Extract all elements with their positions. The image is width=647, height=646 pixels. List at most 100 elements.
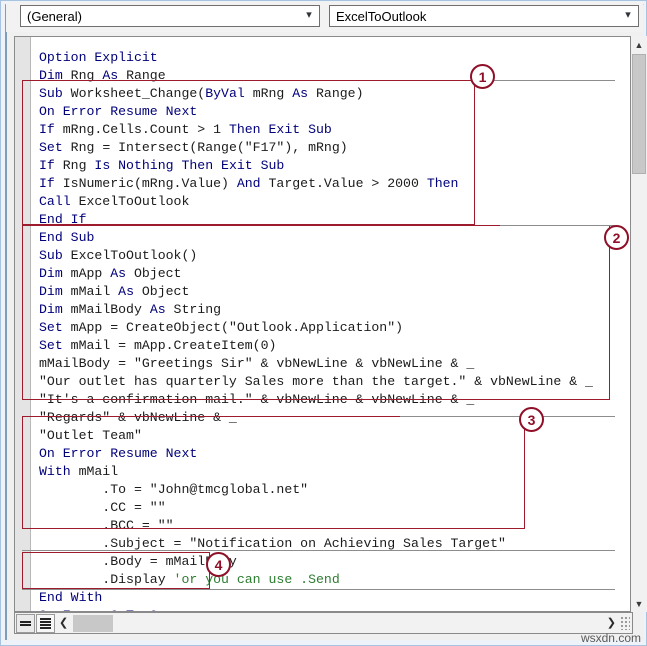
code-token: If (39, 158, 55, 173)
code-token: mRng (244, 86, 293, 101)
code-line: On Error Resume Next (39, 445, 619, 463)
code-token: Range) (308, 86, 364, 101)
code-text[interactable]: Option Explicit Dim Rng As Range Sub Works… (39, 49, 619, 611)
vertical-scrollbar-thumb[interactable] (632, 54, 646, 174)
full-module-view-button[interactable] (36, 614, 55, 633)
object-dropdown-value: (General) (27, 8, 82, 24)
code-line: If IsNumeric(mRng.Value) And Target.Valu… (39, 175, 619, 193)
code-token: Is Nothing Then Exit Sub (94, 158, 285, 173)
chevron-down-icon[interactable]: ▾ (618, 9, 638, 23)
full-module-view-icon (40, 617, 51, 631)
code-token: Worksheet_Change( (62, 86, 206, 101)
code-token: End If (39, 212, 87, 227)
code-line: Dim mApp As Object (39, 265, 619, 283)
code-line: "Regards" & vbNewLine & _ (39, 409, 619, 427)
code-token: mMail = mApp.CreateItem(0) (62, 338, 277, 353)
code-line: Set mApp = CreateObject("Outlook.Applica… (39, 319, 619, 337)
watermark: wsxdn.com (580, 631, 641, 645)
editor-toolbar: (General) ▾ ExcelToOutlook ▾ (6, 2, 643, 32)
code-line: .Body = mMailBody (39, 553, 619, 571)
code-line: With mMail (39, 463, 619, 481)
code-token: .Subject = "Notification on Achieving Sa… (39, 536, 506, 551)
code-token: .To = "John@tmcglobal.net" (39, 482, 309, 497)
code-token: mMail (70, 464, 119, 479)
code-token: As (102, 68, 119, 83)
code-token: Dim (39, 68, 63, 83)
code-line: "It's a confirmation mail." & vbNewLine … (39, 391, 619, 409)
code-line: "Our outlet has quarterly Sales more tha… (39, 373, 619, 391)
code-token: Dim (39, 284, 63, 299)
code-token: ByVal (205, 86, 245, 101)
code-token: mMail (62, 284, 119, 299)
code-token: Then (426, 176, 459, 191)
code-token: On Error Resume Next (39, 446, 198, 461)
code-token: mApp (62, 266, 111, 281)
code-token: And (236, 176, 261, 191)
code-token: mMailBody (62, 302, 150, 317)
code-token: Set (39, 338, 63, 353)
code-token: "Regards" & vbNewLine & _ (39, 410, 237, 425)
code-token: As (292, 86, 309, 101)
code-line: mMailBody = "Greetings Sir" & vbNewLine … (39, 355, 619, 373)
procedure-view-button[interactable] (16, 614, 35, 633)
code-token: Rng (54, 158, 95, 173)
bottom-scroll-bar[interactable]: ❮ ❯ (14, 612, 633, 634)
code-token: ExcelToOutlook() (62, 248, 198, 263)
procedure-dropdown[interactable]: ExcelToOutlook ▾ (329, 5, 639, 27)
code-token: "Our outlet has quarterly Sales more tha… (39, 374, 593, 389)
code-token: IsNumeric(mRng.Value) (54, 176, 237, 191)
code-line: If Rng Is Nothing Then Exit Sub (39, 157, 619, 175)
code-token: ExcelToOutlook (70, 194, 190, 209)
code-token: Set (39, 140, 63, 155)
object-dropdown[interactable]: (General) ▾ (20, 5, 320, 27)
code-token: Object (133, 284, 190, 299)
code-line: .CC = "" (39, 499, 619, 517)
code-token: Object (126, 266, 182, 281)
code-line: Sub Worksheet_Change(ByVal mRng As Range… (39, 85, 619, 103)
code-line: .To = "John@tmcglobal.net" (39, 481, 619, 499)
code-token: Sub (39, 248, 63, 263)
code-line: Dim Rng As Range (39, 67, 619, 85)
code-token: .BCC = "" (39, 518, 174, 533)
horizontal-scrollbar-thumb[interactable] (73, 615, 113, 632)
vertical-scrollbar[interactable]: ▲ ▼ (630, 36, 647, 612)
code-token: End Sub (39, 230, 95, 245)
code-token: Call (39, 194, 71, 209)
chevron-right-icon[interactable]: ❯ (607, 616, 616, 629)
procedure-dropdown-value: ExcelToOutlook (336, 8, 427, 24)
code-line: Call ExcelToOutlook (39, 193, 619, 211)
code-line: End Sub (39, 229, 619, 247)
code-token: As (149, 302, 166, 317)
code-token: If (39, 122, 55, 137)
chevron-down-icon[interactable]: ▼ (631, 595, 647, 612)
code-token: "Outlet Team" (39, 428, 142, 443)
resize-grip-icon[interactable] (620, 616, 630, 630)
code-line: "Outlet Team" (39, 427, 619, 445)
code-token: As (118, 284, 134, 299)
code-token: .Display (39, 572, 174, 587)
chevron-up-icon[interactable]: ▲ (631, 36, 647, 53)
code-token: 'or you can use .Send (173, 572, 340, 587)
code-line: Set Rng = Intersect(Range("F17"), mRng) (39, 139, 619, 157)
margin-indicator-bar (15, 37, 31, 611)
code-editor-pane[interactable]: Option Explicit Dim Rng As Range Sub Works… (14, 36, 633, 612)
code-token: Sub (39, 86, 63, 101)
code-token: Dim (39, 266, 63, 281)
procedure-view-icon (20, 620, 31, 628)
code-line: Dim mMail As Object (39, 283, 619, 301)
code-line: End If (39, 211, 619, 229)
code-token: Set (39, 320, 63, 335)
chevron-down-icon[interactable]: ▾ (299, 9, 319, 23)
code-token: mRng.Cells.Count > 1 (54, 122, 229, 137)
code-line: End With (39, 589, 619, 607)
code-line: Option Explicit (39, 49, 619, 67)
code-token: .CC = "" (39, 500, 166, 515)
code-token: Rng = Intersect(Range("F17"), mRng) (62, 140, 348, 155)
chevron-left-icon[interactable]: ❮ (59, 616, 68, 629)
code-token: Range (118, 68, 166, 83)
code-line: Set mMail = mApp.CreateItem(0) (39, 337, 619, 355)
code-token: "It's a confirmation mail." & vbNewLine … (39, 392, 475, 407)
code-token: End With (39, 590, 103, 605)
vba-editor-screenshot: (General) ▾ ExcelToOutlook ▾ Option Expl… (0, 0, 647, 646)
code-token: .Body = mMailBody (39, 554, 237, 569)
